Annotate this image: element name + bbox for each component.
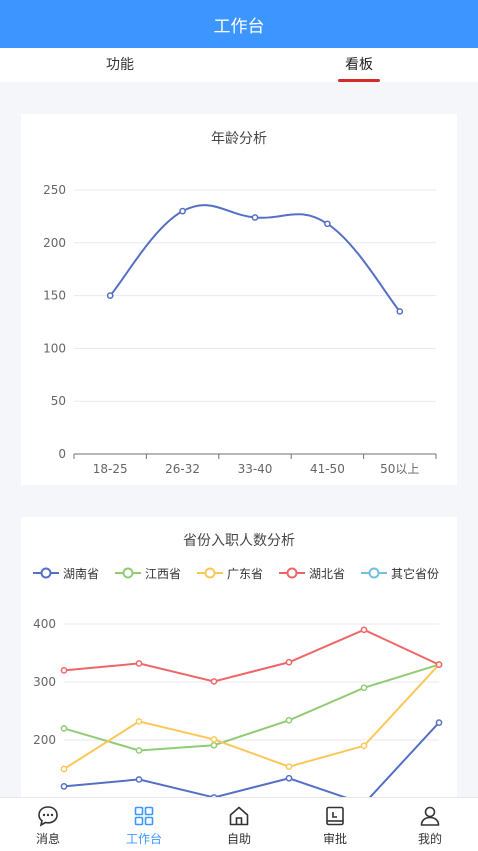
data-point (285, 658, 293, 666)
y-tick-label: 50 (51, 394, 66, 408)
y-tick-label: 100 (43, 341, 66, 355)
bottom-tabbar: 消息 工作台 自助 审批 我的 (0, 797, 478, 851)
app-header: 工作台 (0, 0, 478, 48)
data-point (179, 207, 186, 215)
data-point (435, 719, 443, 726)
y-tick-label: 200 (43, 236, 66, 250)
data-point (285, 763, 293, 771)
active-tab-indicator (338, 79, 380, 82)
tabbar-item-workbench[interactable]: 工作台 (104, 798, 184, 851)
tabbar-label: 审批 (322, 832, 347, 846)
data-point (360, 742, 368, 750)
tabbar-label: 消息 (35, 832, 60, 846)
top-tabs: 功能 看板 (0, 48, 478, 82)
age-chart-card: 年龄分析 0 50 100 150 200 250 18-25 26-32 33-40 41-50… (21, 114, 457, 485)
data-point (396, 308, 404, 315)
y-tick-label: 400 (33, 617, 56, 631)
tab-functions[interactable]: 功能 (60, 48, 180, 82)
y-tick-label: 150 (43, 289, 66, 303)
data-point (210, 678, 218, 685)
x-tick-label: 50以上 (380, 462, 419, 476)
page-title: 工作台 (213, 16, 265, 37)
data-point (251, 214, 259, 221)
data-point (285, 774, 293, 782)
age-chart-title: 年龄分析 (211, 131, 267, 147)
data-point (210, 736, 218, 743)
tabbar-item-approval[interactable]: 审批 (295, 798, 375, 851)
tabbar-item-messages[interactable]: 消息 (8, 798, 88, 851)
data-point (285, 716, 293, 724)
data-point (60, 667, 68, 674)
tab-dashboard[interactable]: 看板 (299, 48, 419, 82)
tabbar-item-self-service[interactable]: 自助 (199, 798, 279, 851)
y-tick-label: 0 (58, 447, 66, 461)
data-point (210, 741, 218, 749)
tabbar-item-mine[interactable]: 我的 (390, 798, 470, 851)
x-tick-label: 26-32 (165, 462, 200, 476)
user-icon (420, 806, 440, 826)
y-tick-label: 200 (33, 733, 56, 747)
tabbar-label: 我的 (417, 832, 442, 846)
data-point (135, 747, 143, 754)
data-point (106, 292, 114, 299)
clock-doc-icon (326, 806, 344, 826)
data-point (360, 684, 368, 692)
y-tick-label: 250 (43, 183, 66, 197)
series-line (63, 663, 440, 752)
data-point (60, 783, 68, 790)
series-line (63, 663, 440, 770)
age-line-chart: 0 50 100 150 200 250 18-25 26-32 33-40 41-50 50以上 (43, 183, 437, 476)
data-point (135, 776, 143, 783)
x-tick-label: 18-25 (93, 462, 128, 476)
y-tick-label: 300 (33, 675, 56, 689)
data-point (360, 626, 368, 634)
data-point (60, 765, 68, 773)
data-point (60, 725, 68, 732)
province-chart-card: 省份入职人数分析 湖南省 江西省 广东省 湖北省 其它省份 200 300 400 (21, 517, 457, 797)
chat-icon (38, 806, 58, 827)
data-point (435, 661, 443, 668)
data-point (324, 220, 331, 228)
home-icon (229, 806, 249, 826)
x-tick-label: 33-40 (238, 462, 273, 476)
grid-icon (134, 806, 154, 826)
x-tick-label: 41-50 (310, 462, 345, 476)
tabbar-label: 工作台 (125, 832, 162, 846)
data-point (135, 718, 143, 725)
tabbar-label: 自助 (226, 832, 251, 846)
province-line-chart: 200 300 400 (33, 617, 443, 797)
series-line (63, 628, 440, 683)
data-point (135, 660, 143, 667)
